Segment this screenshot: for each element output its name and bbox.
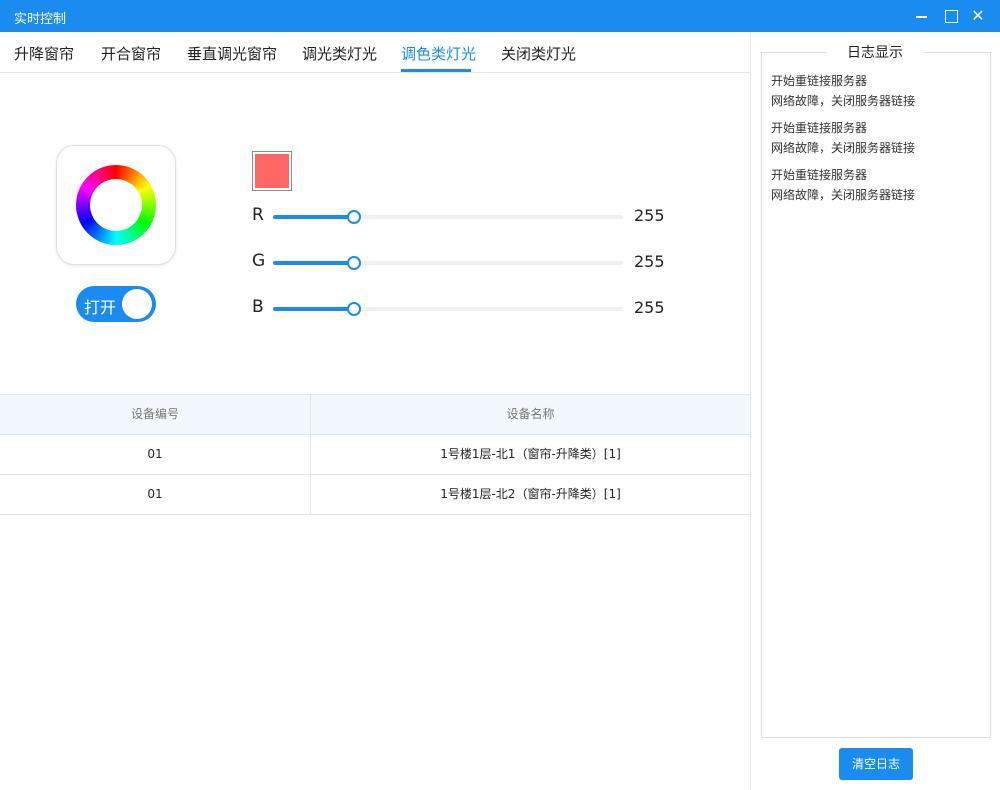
log-line: 开始重链接服务器	[771, 74, 868, 88]
slider-fill-red	[273, 215, 354, 219]
tab-open-close-curtain[interactable]: 开合窗帘	[101, 43, 161, 64]
table-header: 设备编号 设备名称	[0, 394, 750, 435]
log-box[interactable]: 开始重链接服务器 网络故障，关闭服务器链接 开始重链接服务器 网络故障，关闭服务…	[761, 52, 991, 738]
log-entry: 开始重链接服务器 网络故障，关闭服务器链接	[771, 165, 983, 205]
tab-lift-curtain[interactable]: 升降窗帘	[14, 43, 74, 64]
log-title: 日志显示	[827, 42, 923, 62]
tab-bar: 升降窗帘 开合窗帘 垂直调光窗帘 调光类灯光 调色类灯光 关闭类灯光	[0, 32, 750, 73]
slider-row-green: G 255	[252, 251, 672, 275]
color-wheel-card[interactable]	[56, 145, 176, 265]
cell-device-id: 01	[0, 475, 311, 514]
log-line: 网络故障，关闭服务器链接	[771, 141, 916, 155]
cell-device-name: 1号楼1层-北2（窗帘-升降类）[1]	[440, 487, 621, 501]
cell-device-name: 1号楼1层-北1（窗帘-升降类）[1]	[440, 447, 621, 461]
slider-track-green[interactable]	[273, 256, 623, 270]
log-list: 开始重链接服务器 网络故障，关闭服务器链接 开始重链接服务器 网络故障，关闭服务…	[771, 71, 983, 212]
slider-value-green: 255	[634, 252, 665, 271]
log-entry: 开始重链接服务器 网络故障，关闭服务器链接	[771, 118, 983, 158]
active-tab-indicator	[401, 69, 471, 72]
slider-fill-blue	[273, 307, 354, 311]
tab-dimmable-light[interactable]: 调光类灯光	[302, 43, 377, 64]
slider-value-blue: 255	[634, 298, 665, 317]
device-table: 设备编号 设备名称 01 1号楼1层-北1（窗帘-升降类）[1] 01 1号楼1…	[0, 394, 750, 515]
power-toggle-label: 打开	[84, 298, 117, 317]
color-swatch-fill	[255, 154, 289, 188]
log-area: 开始重链接服务器 网络故障，关闭服务器链接 开始重链接服务器 网络故障，关闭服务…	[750, 32, 1000, 790]
color-wheel-center	[90, 179, 142, 231]
slider-track-red[interactable]	[273, 210, 623, 224]
window-title: 实时控制	[14, 12, 67, 27]
tab-color-light[interactable]: 调色类灯光	[401, 43, 476, 64]
slider-thumb-green[interactable]	[346, 256, 361, 270]
table-row[interactable]: 01 1号楼1层-北1（窗帘-升降类）[1]	[0, 435, 750, 475]
slider-track-blue[interactable]	[273, 302, 623, 316]
slider-fill-green	[273, 261, 354, 265]
slider-label-red: R	[252, 205, 264, 225]
power-toggle[interactable]: 打开	[76, 286, 156, 322]
slider-label-green: G	[252, 251, 266, 271]
color-wheel-icon[interactable]	[76, 165, 156, 245]
log-line: 开始重链接服务器	[771, 168, 868, 182]
tab-switch-light[interactable]: 关闭类灯光	[501, 43, 576, 64]
close-icon[interactable]: ✕	[968, 6, 988, 26]
log-line: 开始重链接服务器	[771, 121, 868, 135]
maximize-icon[interactable]	[940, 6, 960, 26]
minimize-icon[interactable]	[912, 6, 932, 26]
tab-vertical-dimming-curtain[interactable]: 垂直调光窗帘	[187, 43, 277, 64]
clear-log-button[interactable]: 清空日志	[839, 748, 913, 780]
slider-thumb-red[interactable]	[346, 210, 361, 224]
slider-row-blue: B 255	[252, 297, 672, 321]
title-bar: 实时控制 ✕	[0, 0, 1000, 32]
header-device-name[interactable]: 设备名称	[311, 395, 750, 434]
color-swatch[interactable]	[252, 151, 292, 191]
power-toggle-knob	[122, 289, 152, 319]
control-area: 升降窗帘 开合窗帘 垂直调光窗帘 调光类灯光 调色类灯光 关闭类灯光 打开 R …	[0, 32, 750, 790]
cell-device-id: 01	[0, 435, 311, 474]
slider-label-blue: B	[252, 297, 264, 317]
log-line: 网络故障，关闭服务器链接	[771, 94, 916, 108]
slider-row-red: R 255	[252, 205, 672, 229]
header-device-id[interactable]: 设备编号	[0, 395, 311, 434]
table-row[interactable]: 01 1号楼1层-北2（窗帘-升降类）[1]	[0, 475, 750, 515]
log-entry: 开始重链接服务器 网络故障，关闭服务器链接	[771, 71, 983, 111]
log-line: 网络故障，关闭服务器链接	[771, 188, 916, 202]
slider-thumb-blue[interactable]	[346, 302, 361, 316]
slider-value-red: 255	[634, 206, 665, 225]
